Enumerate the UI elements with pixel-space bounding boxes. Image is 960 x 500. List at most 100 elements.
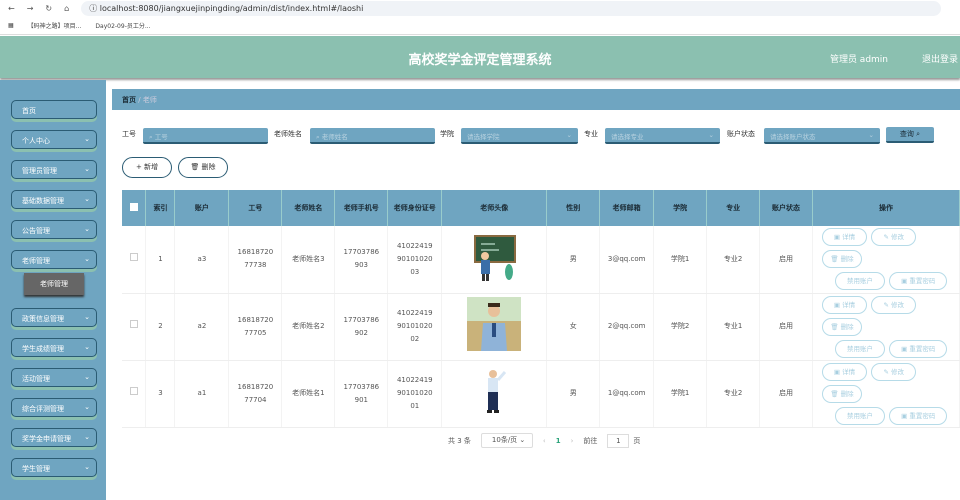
cell-name: 老师姓名2 xyxy=(281,293,336,361)
page-size-select[interactable]: 10条/页 ⌄ xyxy=(480,433,533,448)
edit-button[interactable]: ✎ 修改 xyxy=(871,295,917,314)
menu-label: 学生管理 xyxy=(22,465,50,473)
edit-button[interactable]: ✎ 修改 xyxy=(871,362,917,381)
sidebar-item[interactable]: 基础数据管理 ⌄ xyxy=(11,190,97,209)
bookmark[interactable]: 【码神之路】项目... xyxy=(28,21,82,30)
cell-idcard-text: 410224199010102001 xyxy=(396,376,433,410)
detail-button[interactable]: ▣ 详情 xyxy=(822,362,868,381)
home-icon[interactable]: ⌂ xyxy=(64,4,69,13)
reload-icon[interactable]: ↻ xyxy=(45,4,52,13)
col-header: 老师邮箱 xyxy=(599,190,655,226)
reset-password-button[interactable]: ▣ 重置密码 xyxy=(889,339,948,358)
menu-label: 综合评测管理 xyxy=(22,405,64,413)
label: 删除 xyxy=(840,255,854,264)
status-select[interactable]: 请选择账户状态 ⌄ xyxy=(764,128,880,144)
breadcrumb-home[interactable]: 首页 xyxy=(122,96,136,104)
teacher-avatar-image[interactable] xyxy=(467,297,522,353)
app-title: 高校奖学金评定管理系统 xyxy=(408,53,552,68)
college-select[interactable]: 请选择学院 ⌄ xyxy=(461,128,578,144)
sidebar-item[interactable]: 学生管理 ⌄ xyxy=(11,458,97,477)
select-all-checkbox[interactable] xyxy=(122,190,147,226)
label: 修改 xyxy=(891,233,904,242)
row-checkbox[interactable] xyxy=(122,360,147,428)
cell-avatar xyxy=(441,226,548,294)
page-size: 10条/页 xyxy=(491,436,518,444)
cell-college: 学院1 xyxy=(653,360,708,428)
prev-page-icon[interactable]: ‹ xyxy=(543,437,546,445)
col-header: 账户 xyxy=(174,190,230,226)
status-label: 账户状态 xyxy=(727,130,755,138)
cell-index: 1 xyxy=(145,226,176,294)
reset-password-button[interactable]: ▣ 重置密码 xyxy=(889,406,948,425)
delete-row-button[interactable]: 🗑 删除 xyxy=(822,384,863,403)
address-bar[interactable]: ⓘ localhost:8080/jiangxuejinpingding/adm… xyxy=(81,1,942,16)
sidebar-item[interactable]: 活动管理 ⌄ xyxy=(11,368,97,387)
sidebar-item[interactable]: 综合评测管理 ⌄ xyxy=(11,398,97,417)
menu-label: 公告管理 xyxy=(22,227,50,235)
col-header: 操作 xyxy=(812,190,960,226)
goto-page-input[interactable]: 1 xyxy=(607,433,630,448)
teacher-avatar-image[interactable] xyxy=(469,234,519,284)
sidebar-item[interactable]: 学生成绩管理 ⌄ xyxy=(11,338,97,357)
delete-row-button[interactable]: 🗑 删除 xyxy=(822,250,863,269)
disable-account-button[interactable]: 禁用账户 xyxy=(835,272,886,291)
label: 删除 xyxy=(840,322,854,331)
teacher-avatar-image[interactable] xyxy=(469,370,519,418)
breadcrumb: 首页 / 老师 xyxy=(112,89,960,110)
add-button[interactable]: + 新增 xyxy=(122,157,172,178)
chevron-down-icon: ⌄ xyxy=(708,131,714,139)
chevron-down-icon: ⌄ xyxy=(868,131,874,139)
cell-index: 3 xyxy=(145,360,176,428)
logout-link[interactable]: 退出登录 xyxy=(922,52,958,65)
cell-account: a2 xyxy=(174,293,230,361)
sidebar-item-home[interactable]: 首页 xyxy=(11,100,97,119)
reset-password-button[interactable]: ▣ 重置密码 xyxy=(889,272,948,291)
major-select[interactable]: 请选择专业 ⌄ xyxy=(605,128,720,144)
forward-icon[interactable]: → xyxy=(27,4,34,13)
label: 删除 xyxy=(840,389,854,398)
sidebar-item[interactable]: 奖学金申请管理 ⌄ xyxy=(11,428,97,447)
cell-gender: 男 xyxy=(546,226,601,294)
label: 禁用账户 xyxy=(847,344,874,353)
page-number[interactable]: 1 xyxy=(556,437,561,445)
teacher-name-input[interactable]: ⌕ 老师姓名 xyxy=(310,128,435,144)
menu-label: 基础数据管理 xyxy=(22,197,64,205)
sidebar-item[interactable]: 个人中心 ⌄ xyxy=(11,130,97,149)
cell-gonghao: 1681872077738 xyxy=(228,226,283,294)
cell-idcard: 410224199010102003 xyxy=(387,226,443,294)
bookmark[interactable]: Day02-09-员工分... xyxy=(95,21,150,30)
row-checkbox[interactable] xyxy=(122,226,147,294)
submenu-teacher-management[interactable]: 老师管理 xyxy=(24,273,84,295)
menu-label: 首页 xyxy=(22,107,36,115)
disable-account-button[interactable]: 禁用账户 xyxy=(835,339,886,358)
back-icon[interactable]: ← xyxy=(8,4,15,13)
sidebar-item[interactable]: 政策信息管理 ⌄ xyxy=(11,308,97,327)
table-header: 索引 账户 工号 老师姓名 老师手机号 老师身份证号 老师头像 性别 老师邮箱 … xyxy=(122,190,960,226)
cell-operations: ▣ 详情 ✎ 修改 🗑 删除 禁用账户 ▣ 重置密码 xyxy=(812,226,960,294)
teacher-table: 索引 账户 工号 老师姓名 老师手机号 老师身份证号 老师头像 性别 老师邮箱 … xyxy=(122,190,960,428)
pagination: 共 3 条 10条/页 ⌄ ‹ 1 › 前往 1 页 xyxy=(448,433,640,448)
label: 详情 xyxy=(842,367,856,376)
menu-label: 个人中心 xyxy=(22,137,50,145)
apps-icon[interactable]: ▦ xyxy=(8,22,14,29)
sidebar-item-teacher[interactable]: 老师管理 ⌄ xyxy=(11,250,97,269)
detail-button[interactable]: ▣ 详情 xyxy=(822,228,868,247)
delete-row-button[interactable]: 🗑 删除 xyxy=(822,317,863,336)
sidebar-item[interactable]: 管理员管理 ⌄ xyxy=(11,160,97,179)
cell-college: 学院1 xyxy=(653,226,708,294)
cell-phone-text: 17703786902 xyxy=(343,315,380,337)
sidebar-item[interactable]: 公告管理 ⌄ xyxy=(11,220,97,239)
cell-major: 专业2 xyxy=(706,226,761,294)
query-button[interactable]: 查询 ⌕ xyxy=(886,127,934,143)
next-page-icon[interactable]: › xyxy=(571,437,574,445)
row-checkbox[interactable] xyxy=(122,293,147,361)
detail-button[interactable]: ▣ 详情 xyxy=(822,295,868,314)
chevron-down-icon: ⌄ xyxy=(84,165,90,173)
delete-button[interactable]: 🗑 删除 xyxy=(178,157,228,178)
cell-gonghao-text: 1681872077705 xyxy=(237,315,274,337)
gonghao-input[interactable]: ⌕ 工号 xyxy=(143,128,268,144)
disable-account-button[interactable]: 禁用账户 xyxy=(835,406,886,425)
cell-operations: ▣ 详情 ✎ 修改 🗑 删除 禁用账户 ▣ 重置密码 xyxy=(812,360,960,428)
major-label: 专业 xyxy=(584,130,598,138)
edit-button[interactable]: ✎ 修改 xyxy=(871,228,917,247)
